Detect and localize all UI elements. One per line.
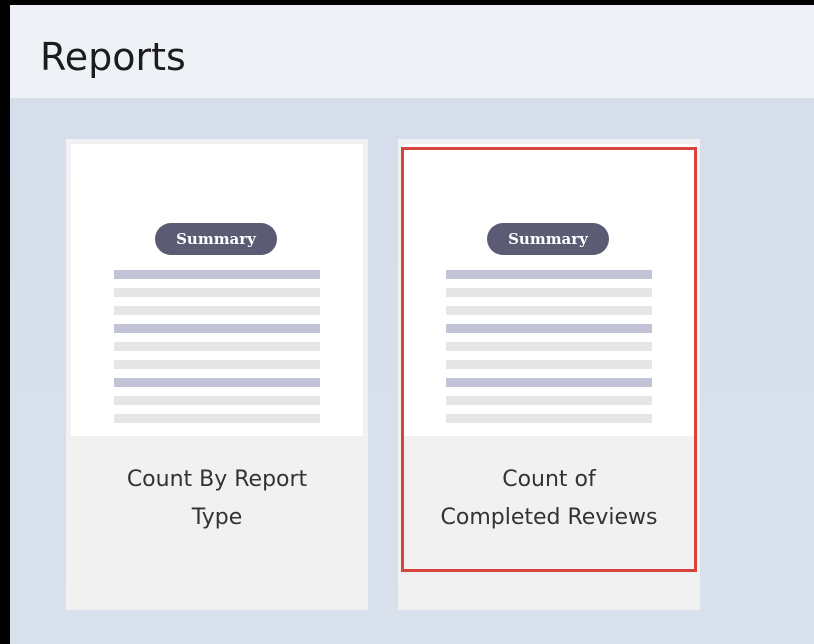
report-thumbnail: Summary bbox=[71, 144, 363, 436]
summary-badge: Summary bbox=[155, 223, 277, 255]
reports-page: Reports Summary Count By Report Type Sum… bbox=[0, 0, 814, 644]
report-card-count-of-completed-reviews[interactable]: Summary Count of Completed Reviews bbox=[398, 139, 700, 610]
report-card-title: Count By Report Type bbox=[66, 461, 368, 537]
page-header: Reports bbox=[10, 5, 814, 98]
page-title: Reports bbox=[40, 35, 186, 79]
document-lines-icon bbox=[114, 270, 320, 432]
selection-highlight bbox=[401, 147, 697, 572]
report-card-title-line: Count By Report bbox=[126, 467, 308, 492]
report-card-count-by-report-type[interactable]: Summary Count By Report Type bbox=[66, 139, 368, 610]
report-card-title-line: Type bbox=[191, 505, 243, 530]
